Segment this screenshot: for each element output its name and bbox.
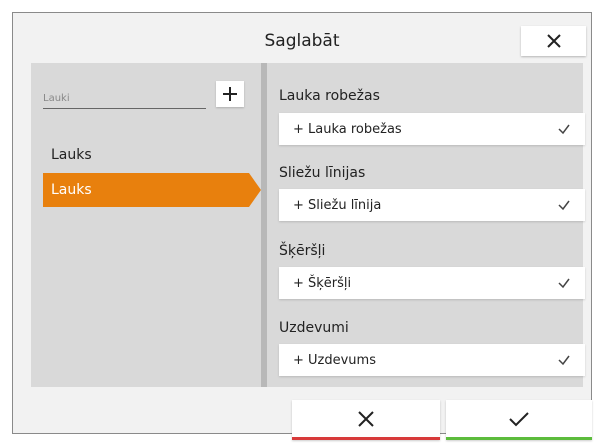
field-list-item[interactable]: Lauks	[43, 138, 249, 172]
tasks-row-label: + Uzdevums	[293, 352, 376, 368]
fields-search-input[interactable]: Lauki	[43, 93, 70, 104]
cancel-button[interactable]	[292, 400, 440, 440]
field-item-label: Lauks	[51, 182, 92, 198]
x-icon	[358, 410, 374, 427]
section-heading-tasks: Uzdevumi	[279, 320, 349, 336]
selection-arrow	[249, 173, 261, 207]
check-icon	[558, 124, 570, 135]
save-options-panel: Lauka robežas + Lauka robežas Sliežu līn…	[267, 63, 585, 387]
check-icon	[558, 355, 570, 366]
check-icon	[558, 200, 570, 211]
obstacles-row-label: + Šķēršļi	[293, 275, 352, 291]
dialog-title: Saglabāt	[264, 31, 340, 51]
check-icon	[509, 411, 529, 426]
dialog-content: Lauki Lauks Lauks Lauka robežas + Lauka …	[31, 63, 585, 387]
tramlines-row[interactable]: + Sliežu līnija	[279, 189, 585, 221]
field-boundaries-row-label: + Lauka robežas	[293, 121, 402, 137]
field-item-label: Lauks	[51, 147, 92, 163]
confirm-button[interactable]	[446, 400, 592, 440]
close-button[interactable]	[521, 26, 586, 56]
section-heading-obstacles: Šķēršļi	[279, 243, 326, 259]
field-list-item-selected[interactable]: Lauks	[43, 173, 261, 207]
tramlines-row-label: + Sliežu līnija	[293, 197, 382, 213]
check-icon	[558, 278, 570, 289]
section-heading-field-boundaries: Lauka robežas	[279, 88, 380, 104]
obstacles-row[interactable]: + Šķēršļi	[279, 267, 585, 299]
close-icon	[546, 34, 561, 48]
tasks-row[interactable]: + Uzdevums	[279, 344, 585, 376]
fields-panel: Lauki Lauks Lauks	[31, 63, 261, 387]
plus-icon	[223, 87, 237, 101]
add-field-button[interactable]	[216, 81, 244, 107]
section-heading-tramlines: Sliežu līnijas	[279, 165, 366, 181]
search-underline	[43, 108, 206, 109]
save-dialog: Saglabāt Lauki Lauks Lauks Lauka robežas	[12, 12, 592, 440]
field-boundaries-row[interactable]: + Lauka robežas	[279, 113, 585, 145]
